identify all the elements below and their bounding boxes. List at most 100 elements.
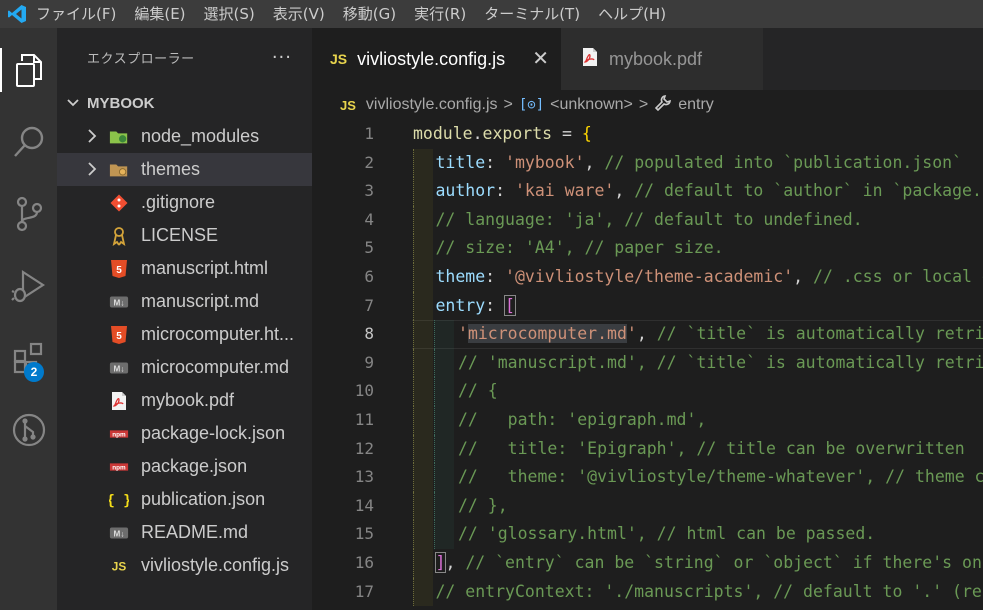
html5-icon: 5 — [109, 325, 129, 345]
code-line[interactable]: 2 title: 'mybook', // populated into `pub… — [312, 148, 983, 178]
line-text: author: 'kai ware', // default to `autho… — [436, 177, 983, 206]
code-line[interactable]: 9 // 'manuscript.md', // `title` is autom… — [312, 348, 983, 378]
line-text: ], // `entry` can be `string` or `object… — [434, 549, 983, 578]
menu-item-4[interactable]: 移動(G) — [337, 0, 402, 28]
source-control-icon[interactable] — [0, 184, 57, 244]
tree-item[interactable]: LICENSE — [57, 219, 312, 252]
tab-mybook-pdf[interactable]: mybook.pdf — [561, 28, 763, 90]
menu-item-6[interactable]: ターミナル(T) — [478, 0, 586, 28]
tree-item[interactable]: npm package-lock.json — [57, 417, 312, 450]
menu-item-1[interactable]: 編集(E) — [128, 0, 191, 28]
git-graph-icon[interactable] — [0, 400, 57, 460]
tree-item-label: LICENSE — [141, 225, 219, 245]
indent-guide — [413, 463, 433, 492]
menu-item-7[interactable]: ヘルプ(H) — [592, 0, 672, 28]
tree-item-label: mybook.pdf — [141, 390, 235, 410]
line-number: 16 — [354, 553, 374, 572]
code-token: : — [495, 181, 515, 201]
line-text: // path: 'epigraph.md', — [458, 406, 706, 435]
folder-header[interactable]: MYBOOK — [57, 86, 312, 120]
code-line[interactable]: 7 entry: [ — [312, 291, 983, 321]
code-token: // `title` is automatically retrieved — [656, 324, 983, 344]
code-line[interactable]: 4 // language: 'ja', // default to undefi… — [312, 205, 983, 235]
tree-item[interactable]: JS vivliostyle.config.js — [57, 549, 312, 582]
chevron-down-icon — [67, 99, 79, 107]
menu-item-0[interactable]: ファイル(F) — [30, 0, 122, 28]
code-line[interactable]: 1 module.exports = { — [312, 120, 983, 149]
chevron-right-icon — [85, 161, 99, 181]
indent-guide — [413, 320, 433, 349]
breadcrumb-file[interactable]: vivliostyle.config.js — [366, 96, 498, 114]
code-line[interactable]: 11 // path: 'epigraph.md', — [312, 406, 983, 435]
tree-item[interactable]: { } publication.json — [57, 483, 312, 516]
code-line[interactable]: 17 // entryContext: './manuscripts', // d… — [312, 577, 983, 607]
menu-item-3[interactable]: 表示(V) — [267, 0, 331, 28]
breadcrumb-property[interactable]: entry — [678, 96, 714, 114]
code-token: , — [793, 267, 814, 286]
indent-guide — [434, 463, 454, 492]
indent-guide — [434, 348, 454, 378]
tree-item-label: .gitignore — [141, 192, 216, 212]
line-text: theme: '@vivliostyle/theme-academic', //… — [436, 263, 983, 292]
line-number: 2 — [364, 152, 374, 172]
code-line[interactable]: 8 'microcomputer.md', // `title` is autom… — [312, 320, 983, 350]
breadcrumb-symbol[interactable]: <unknown> — [550, 96, 633, 114]
line-number: 13 — [354, 467, 374, 487]
html5-icon: 5 — [109, 259, 129, 279]
tree-item[interactable]: M↓ microcomputer.md — [57, 351, 312, 384]
tree-item[interactable]: .gitignore — [57, 186, 312, 219]
code-token: : — [485, 295, 506, 315]
tree-item[interactable]: 5 microcomputer.ht... — [57, 318, 312, 351]
menu-item-2[interactable]: 選択(S) — [198, 0, 261, 28]
line-number: 6 — [364, 267, 374, 286]
svg-text:npm: npm — [112, 465, 126, 472]
tab-vivliostyle-config[interactable]: JS vivliostyle.config.js ✕ — [312, 28, 561, 90]
tree-item[interactable]: node_modules — [57, 120, 312, 153]
code-line[interactable]: 15 // 'glossary.html', // html can be pas… — [312, 520, 983, 549]
tree-item-label: README.md — [141, 522, 249, 542]
code-line[interactable]: 6 theme: '@vivliostyle/theme-academic', /… — [312, 263, 983, 292]
line-number: 17 — [354, 581, 374, 601]
tree-item[interactable]: themes — [57, 153, 312, 186]
line-number: 7 — [364, 295, 374, 315]
tree-item-label: microcomputer.ht... — [141, 324, 295, 344]
code-token: '@vivliostyle/theme-academic' — [505, 267, 794, 286]
indent-guide — [413, 377, 433, 406]
indent-guide — [413, 491, 433, 521]
line-text: // language: 'ja', // default to undefin… — [436, 206, 863, 235]
code-line[interactable]: 14 // }, — [312, 491, 983, 521]
indent-guide — [413, 148, 433, 178]
tree-item[interactable]: 5 manuscript.html — [57, 252, 312, 285]
svg-text:M↓: M↓ — [114, 365, 125, 374]
close-icon[interactable]: ✕ — [532, 46, 549, 70]
code-line[interactable]: 10 // { — [312, 377, 983, 406]
line-text: // theme: '@vivliostyle/theme-whatever',… — [458, 463, 983, 492]
tree-item[interactable]: npm package.json — [57, 450, 312, 483]
vscode-logo-icon[interactable] — [4, 0, 30, 28]
tree-item[interactable]: M↓ manuscript.md — [57, 285, 312, 318]
tab-label: vivliostyle.config.js — [357, 48, 506, 69]
code-token: // entryContext: './manuscripts', // def… — [435, 581, 983, 601]
wrench-icon — [654, 94, 672, 117]
tree-item[interactable]: mybook.pdf — [57, 384, 312, 417]
tree-item[interactable]: M↓ README.md — [57, 516, 312, 549]
code-line[interactable]: 12 // title: 'Epigraph', // title can be … — [312, 434, 983, 464]
menu-item-5[interactable]: 実行(R) — [408, 0, 472, 28]
code-line[interactable]: 16 ], // `entry` can be `string` or `obje… — [312, 549, 983, 578]
extensions-icon[interactable]: 2 — [0, 328, 57, 388]
code-line[interactable]: 13 // theme: '@vivliostyle/theme-whatever… — [312, 463, 983, 492]
code-token: exports — [482, 124, 553, 143]
tree-item-label: vivliostyle.config.js — [141, 555, 290, 575]
more-actions-icon[interactable]: ··· — [272, 47, 292, 68]
code-token: , — [584, 152, 605, 172]
markdown-icon: M↓ — [109, 292, 129, 312]
code-editor[interactable]: 1 module.exports = {2 title: 'mybook', // … — [312, 120, 983, 610]
code-line[interactable]: 3 author: 'kai ware', // default to `auth… — [312, 177, 983, 206]
run-debug-icon[interactable] — [0, 256, 57, 316]
search-icon[interactable] — [0, 112, 57, 172]
explorer-files-icon[interactable] — [0, 40, 57, 100]
line-number: 8 — [364, 324, 374, 344]
code-token: = — [552, 124, 582, 143]
code-token: // size: 'A4', // paper size. — [435, 238, 724, 258]
code-line[interactable]: 5 // size: 'A4', // paper size. — [312, 234, 983, 263]
